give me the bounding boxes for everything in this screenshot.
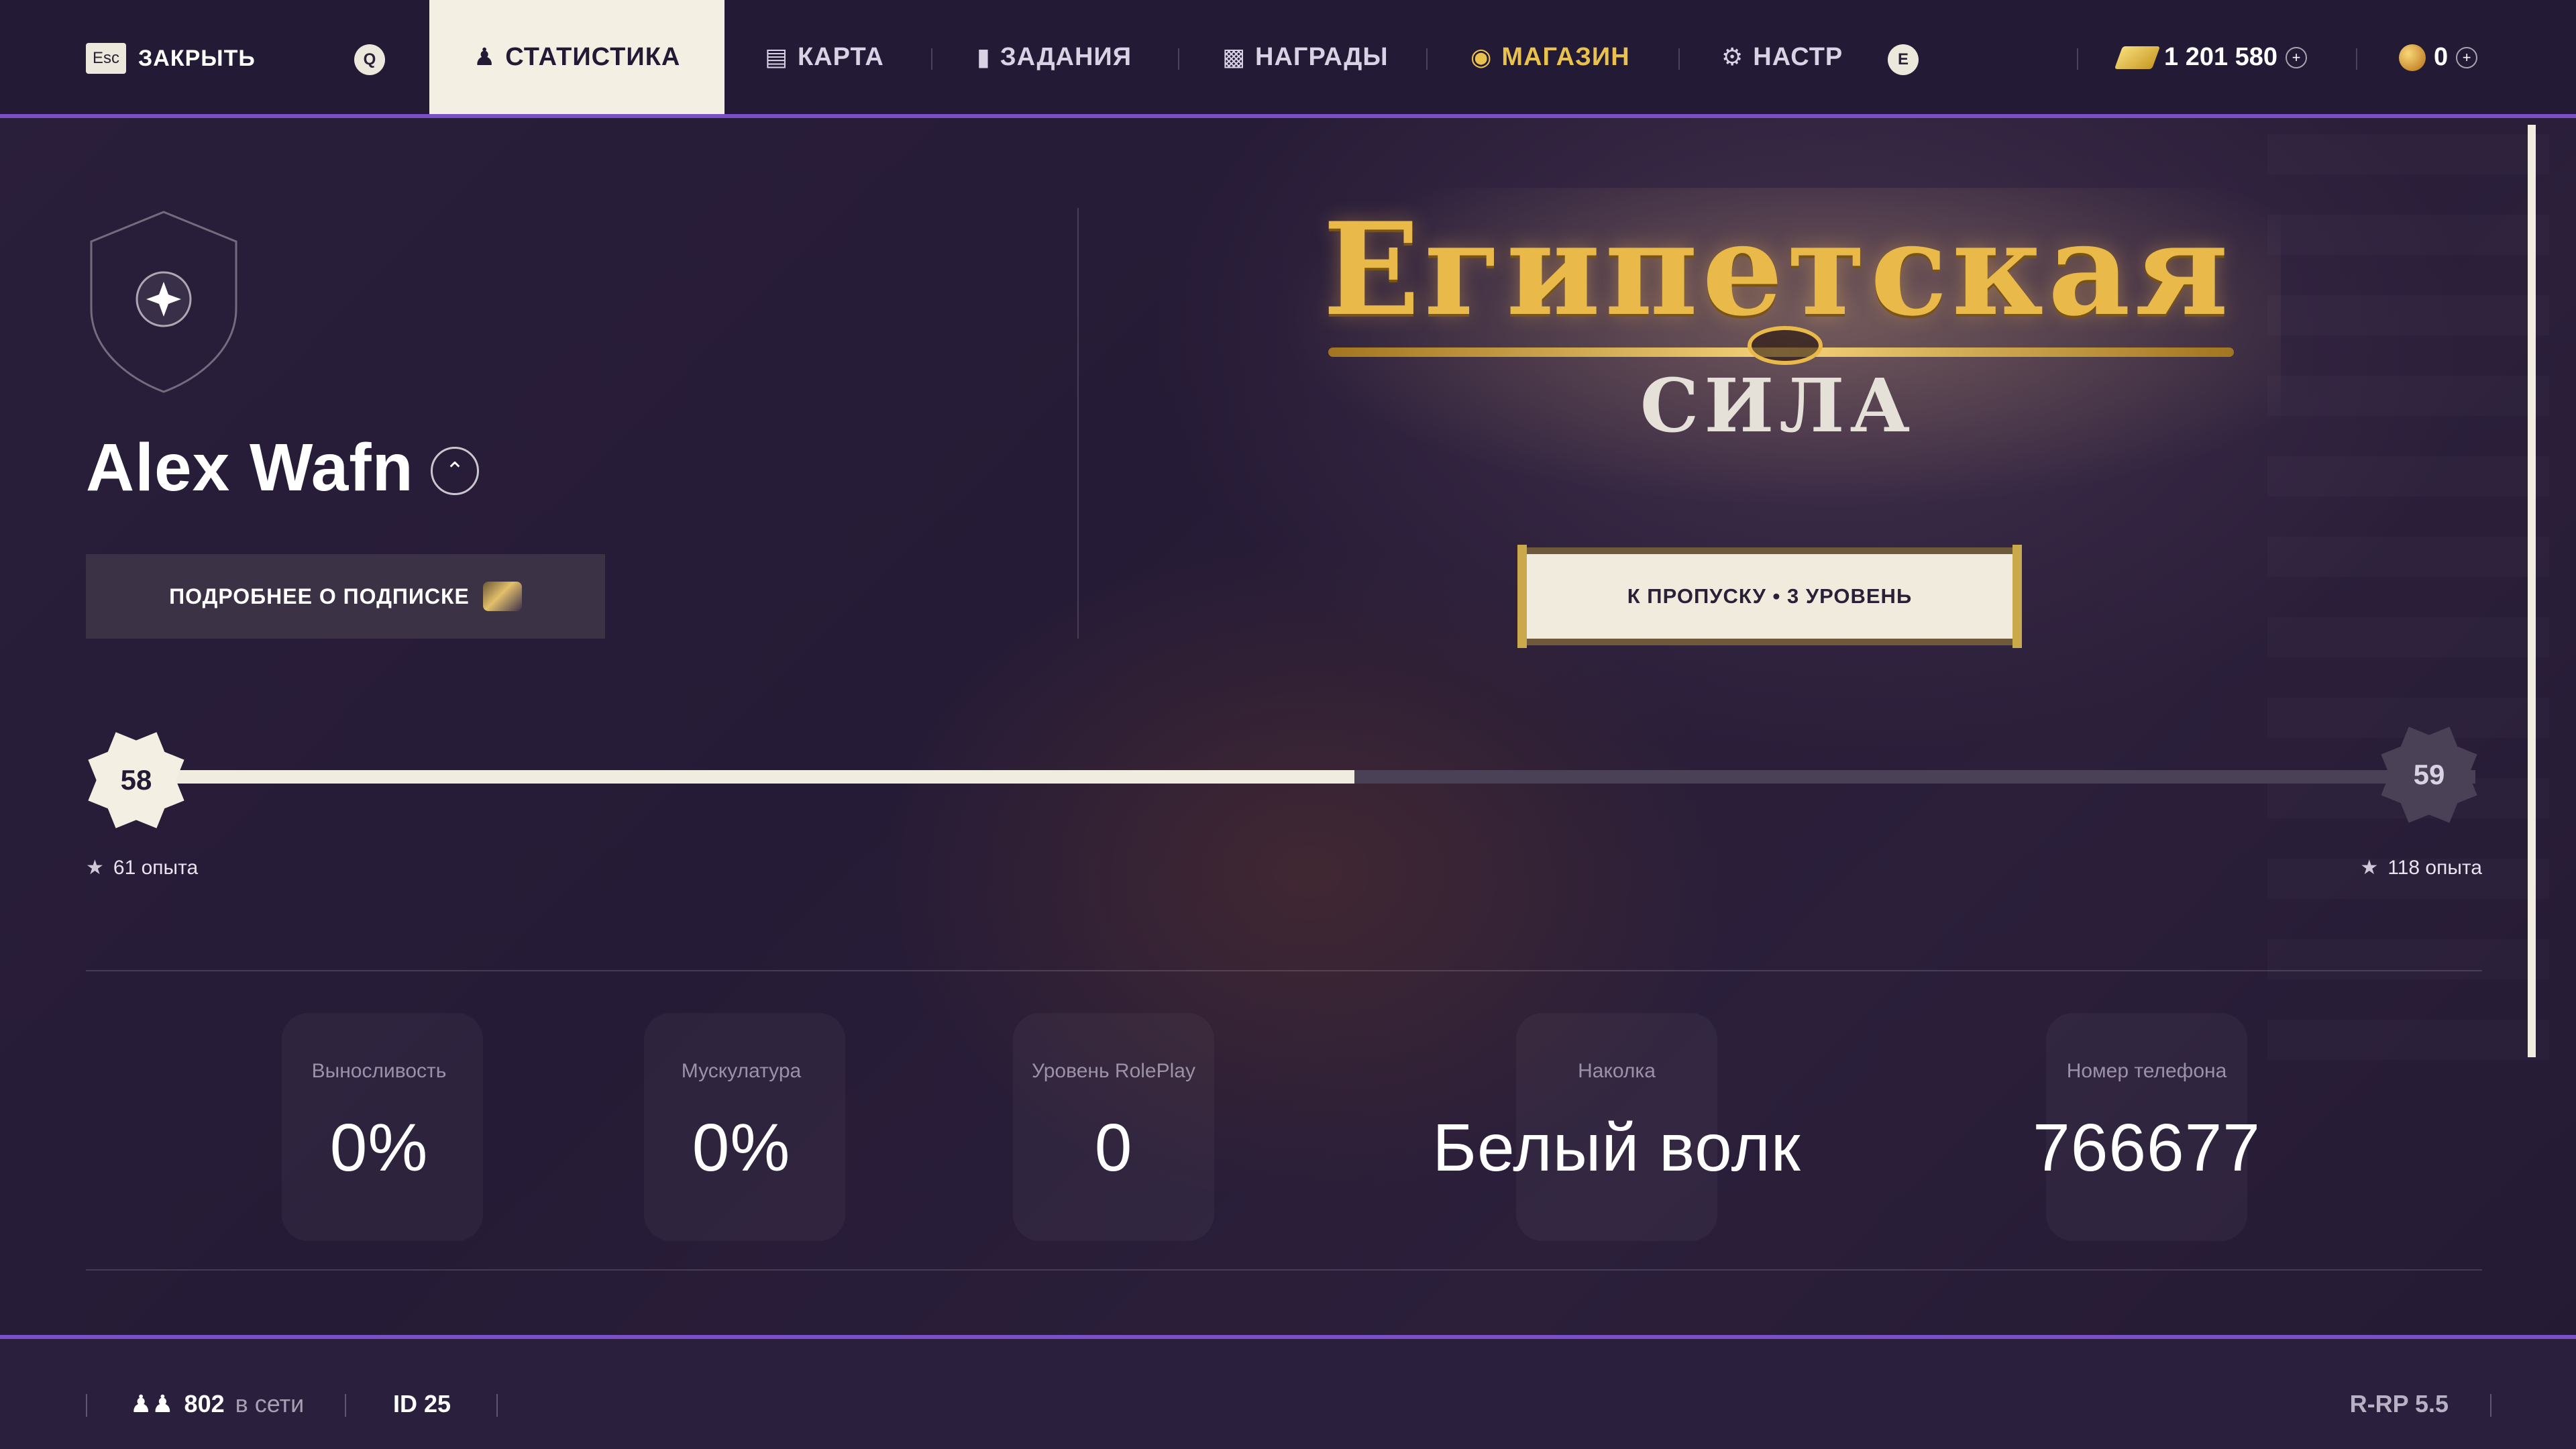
online-players: ♟♟ 802 в сети xyxy=(130,1390,304,1418)
player-id-value: ID 25 xyxy=(393,1390,451,1417)
star-icon: ★ xyxy=(86,857,104,879)
stat-value: 0% xyxy=(329,1110,429,1185)
tab-label: ЗАДАНИЯ xyxy=(1000,42,1132,71)
current-xp-label: 61 опыта xyxy=(113,856,199,879)
tab-label: МАГАЗИН xyxy=(1501,42,1630,71)
tab-label: СТАТИСТИКА xyxy=(505,42,681,71)
stat-phone-number: Номер телефона 766677 xyxy=(1945,1060,2348,1187)
current-level-badge: 58 xyxy=(86,730,186,830)
cash-icon xyxy=(2114,46,2161,69)
tab-label: НАГРАДЫ xyxy=(1255,42,1389,71)
stat-stamina: Выносливость 0% xyxy=(268,1060,490,1187)
section-divider xyxy=(1077,208,1079,639)
star-icon: ★ xyxy=(2360,857,2379,879)
coins-icon: ◉ xyxy=(1470,43,1493,70)
person-icon: ♟ xyxy=(474,43,496,70)
prev-tab-key-hint: Q xyxy=(354,44,385,75)
player-name: Alex Wafn xyxy=(86,430,414,505)
online-label: в сети xyxy=(235,1390,305,1417)
level-progress-bar xyxy=(154,770,2475,784)
rank-up-icon[interactable]: ⌃ xyxy=(431,447,479,495)
money-value: 1 201 580 xyxy=(2164,43,2278,71)
tab-divider xyxy=(931,48,932,70)
subscription-badge-icon xyxy=(482,582,522,611)
event-title: Египетская xyxy=(1322,195,2233,344)
coin-value: 0 xyxy=(2434,43,2449,71)
scrollbar[interactable] xyxy=(2528,125,2536,1057)
battle-pass-label: К ПРОПУСКУ • 3 УРОВЕНЬ xyxy=(1627,584,1913,608)
next-level-value: 59 xyxy=(2413,759,2445,790)
footer-divider xyxy=(86,1394,87,1417)
add-coins-button[interactable]: + xyxy=(2456,46,2478,68)
stat-value: 0 xyxy=(1094,1110,1133,1185)
close-button[interactable]: Esc ЗАКРЫТЬ xyxy=(86,43,256,74)
footer-divider xyxy=(345,1394,346,1417)
map-icon: ▤ xyxy=(765,43,789,70)
current-xp: ★ 61 опыта xyxy=(86,856,198,879)
stats-top-divider xyxy=(86,970,2482,971)
stat-label: Наколка xyxy=(1578,1060,1656,1082)
currency-divider xyxy=(2077,48,2078,70)
stat-label: Уровень RolePlay xyxy=(1032,1060,1195,1082)
next-tab-key-hint: E xyxy=(1888,44,1919,75)
tab-label: КАРТА xyxy=(798,42,884,71)
stat-tattoo: Наколка Белый волк xyxy=(1382,1060,1851,1187)
currency-divider xyxy=(2356,48,2357,70)
players-icon: ♟♟ xyxy=(130,1390,174,1417)
event-subtitle: СИЛА xyxy=(1640,362,1916,449)
subscription-info-button[interactable]: ПОДРОБНЕЕ О ПОДПИСКЕ xyxy=(86,554,605,639)
stat-label: Мускулатура xyxy=(681,1060,802,1082)
tab-rewards[interactable]: ▩ НАГРАДЫ xyxy=(1222,0,1389,114)
hieroglyph-background xyxy=(2267,121,2549,1060)
stat-value: Белый волк xyxy=(1432,1110,1801,1185)
tab-label: НАСТР xyxy=(1753,42,1843,71)
coin-icon xyxy=(2399,44,2426,71)
eye-of-ra-icon xyxy=(1748,326,1823,365)
tab-shop[interactable]: ◉ МАГАЗИН xyxy=(1470,0,1630,114)
tab-divider xyxy=(1426,48,1428,70)
online-count: 802 xyxy=(184,1390,225,1417)
level-progress-fill xyxy=(154,770,1354,784)
task-icon: ▮ xyxy=(977,43,991,70)
rank-shield-icon xyxy=(90,211,237,393)
next-level-badge: 59 xyxy=(2379,724,2479,825)
subscription-button-label: ПОДРОБНЕЕ О ПОДПИСКЕ xyxy=(169,584,470,608)
tab-map[interactable]: ▤ КАРТА xyxy=(765,0,884,114)
server-version: R-RP 5.5 xyxy=(2349,1390,2449,1417)
stat-label: Выносливость xyxy=(311,1060,447,1082)
stat-value: 766677 xyxy=(2033,1110,2261,1185)
gift-icon: ▩ xyxy=(1222,43,1246,70)
coin-balance: 0 + xyxy=(2399,43,2478,72)
footer-divider xyxy=(2490,1394,2491,1417)
add-money-button[interactable]: + xyxy=(2286,46,2308,68)
stat-label: Номер телефона xyxy=(2066,1060,2227,1082)
money-balance: 1 201 580 + xyxy=(2114,43,2308,72)
stats-bottom-divider xyxy=(86,1269,2482,1271)
tab-statistics[interactable]: ♟ СТАТИСТИКА xyxy=(429,0,725,114)
close-label: ЗАКРЫТЬ xyxy=(138,45,256,71)
tab-divider xyxy=(1178,48,1179,70)
footer-bar: ♟♟ 802 в сети ID 25 R-RP 5.5 xyxy=(0,1335,2576,1449)
stat-roleplay-level: Уровень RolePlay 0 xyxy=(993,1060,1234,1187)
current-level-value: 58 xyxy=(120,764,152,796)
battle-pass-button[interactable]: К ПРОПУСКУ • 3 УРОВЕНЬ xyxy=(1517,545,2022,648)
tab-tasks[interactable]: ▮ ЗАДАНИЯ xyxy=(977,0,1132,114)
tab-divider xyxy=(1678,48,1680,70)
stat-value: 0% xyxy=(692,1110,791,1185)
footer-divider xyxy=(496,1394,498,1417)
player-id: ID 25 xyxy=(393,1390,451,1418)
tab-settings[interactable]: ⚙ НАСТР xyxy=(1721,0,1843,114)
stat-muscle: Мускулатура 0% xyxy=(631,1060,852,1187)
gear-icon: ⚙ xyxy=(1721,43,1744,70)
top-navigation-bar: Esc ЗАКРЫТЬ Q ♟ СТАТИСТИКА ▤ КАРТА ▮ ЗАД… xyxy=(0,0,2576,118)
required-xp: ★ 118 опыта xyxy=(2360,856,2482,879)
required-xp-label: 118 опыта xyxy=(2387,856,2482,879)
esc-key-hint: Esc xyxy=(86,43,126,74)
